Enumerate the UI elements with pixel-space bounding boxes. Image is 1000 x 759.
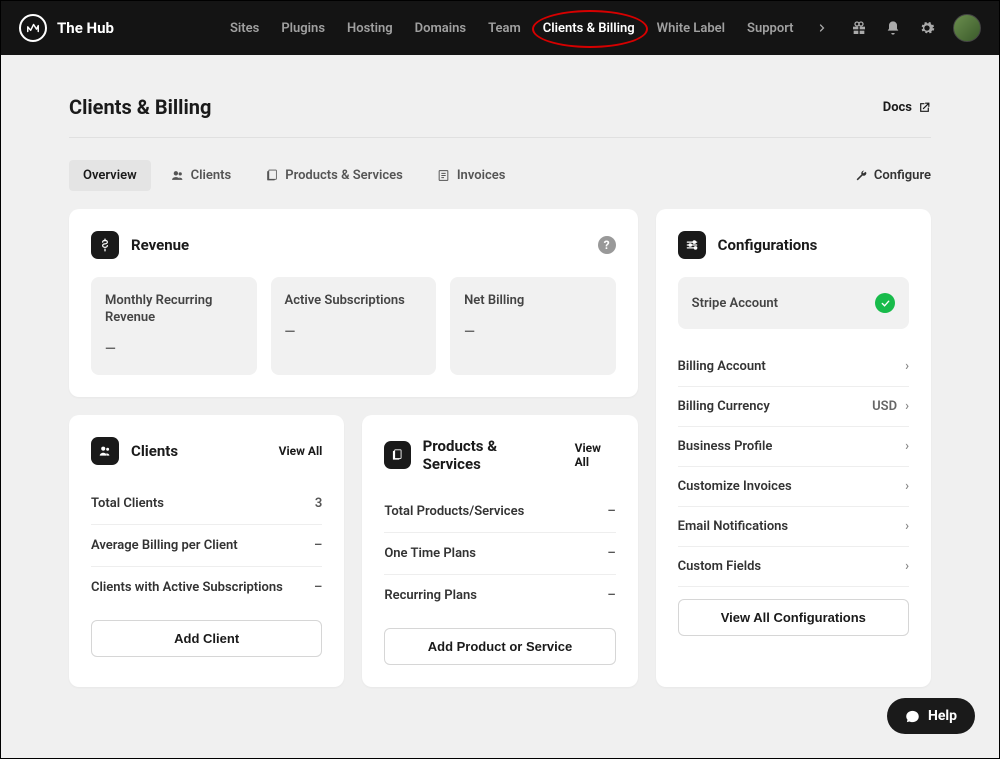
user-avatar[interactable] [953,14,981,42]
tabs-row: Overview Clients Products & Services Inv… [69,138,931,209]
configure-link[interactable]: Configure [855,168,931,183]
nav-team[interactable]: Team [488,21,521,36]
config-row-billing-account[interactable]: Billing Account › [678,347,909,387]
clients-view-all[interactable]: View All [279,444,323,458]
config-row-email-notifications[interactable]: Email Notifications › [678,507,909,547]
products-icon [265,169,278,182]
chevron-right-icon: › [905,559,909,574]
config-row-billing-currency[interactable]: Billing Currency USD› [678,387,909,427]
tab-overview[interactable]: Overview [69,160,151,191]
brand-logo[interactable]: The Hub [19,14,114,42]
config-row-business-profile[interactable]: Business Profile › [678,427,909,467]
stripe-account-box[interactable]: Stripe Account [678,277,909,329]
chevron-right-icon: › [905,399,909,414]
nav-right [851,14,981,42]
invoices-icon [437,169,450,182]
page: Clients & Billing Docs Overview Clients … [1,55,999,717]
chat-icon [905,709,920,724]
clients-stat-avg-billing: Average Billing per Client – [91,525,322,567]
config-row-customize-invoices[interactable]: Customize Invoices › [678,467,909,507]
help-icon[interactable]: ? [598,236,616,254]
clients-stat-active-subs: Clients with Active Subscriptions – [91,567,322,608]
gift-icon[interactable] [851,20,867,36]
chevron-right-icon: › [905,479,909,494]
products-card: Products & Services View All Total Produ… [362,415,637,687]
nav-hosting[interactable]: Hosting [347,21,393,36]
clients-card: Clients View All Total Clients 3 Average… [69,415,344,687]
configurations-card: Configurations Stripe Account Billing Ac… [656,209,931,687]
products-view-all[interactable]: View All [575,441,616,469]
logo-icon [19,14,47,42]
add-product-button[interactable]: Add Product or Service [384,628,615,665]
clients-icon [91,437,119,465]
nav-plugins[interactable]: Plugins [281,21,325,36]
tab-products-services[interactable]: Products & Services [251,160,417,191]
top-nav: The Hub Sites Plugins Hosting Domains Te… [1,1,999,55]
nav-domains[interactable]: Domains [415,21,466,36]
clients-icon [171,169,184,182]
nav-items: Sites Plugins Hosting Domains Team Clien… [230,21,828,36]
revenue-tile-active-subs: Active Subscriptions — [271,277,437,375]
brand-name: The Hub [57,19,114,37]
tab-invoices[interactable]: Invoices [423,160,520,191]
help-bubble[interactable]: Help [887,698,975,734]
clients-title: Clients [131,442,178,460]
revenue-tile-net-billing: Net Billing — [450,277,616,375]
wrench-icon [855,169,868,182]
config-title: Configurations [718,236,818,254]
products-stat-recurring: Recurring Plans – [384,575,615,616]
clients-stat-total: Total Clients 3 [91,483,322,525]
products-stat-total: Total Products/Services – [384,491,615,533]
revenue-card: Revenue ? Monthly Recurring Revenue — Ac… [69,209,638,397]
chevron-right-icon: › [905,359,909,374]
tabs: Overview Clients Products & Services Inv… [69,160,519,191]
nav-white-label[interactable]: White Label [657,21,725,36]
products-stat-onetime: One Time Plans – [384,533,615,575]
external-link-icon [918,101,931,114]
gear-icon[interactable] [919,20,935,36]
nav-sites[interactable]: Sites [230,21,259,36]
config-row-custom-fields[interactable]: Custom Fields › [678,547,909,587]
chevron-right-icon: › [905,519,909,534]
nav-support[interactable]: Support [747,21,794,36]
document-stack-icon [384,441,410,469]
check-icon [875,293,895,313]
overview-grid: Revenue ? Monthly Recurring Revenue — Ac… [69,209,931,687]
nav-clients-billing[interactable]: Clients & Billing [543,21,635,36]
page-title: Clients & Billing [69,95,211,119]
view-all-configurations-button[interactable]: View All Configurations [678,599,909,636]
bell-icon[interactable] [885,20,901,36]
revenue-title: Revenue [131,236,189,254]
tab-clients[interactable]: Clients [157,160,246,191]
add-client-button[interactable]: Add Client [91,620,322,657]
sliders-icon [678,231,706,259]
chevron-right-icon[interactable] [816,22,828,34]
dollar-icon [91,231,119,259]
chevron-right-icon: › [905,439,909,454]
revenue-tile-mrr: Monthly Recurring Revenue — [91,277,257,375]
page-header: Clients & Billing Docs [69,55,931,138]
docs-link[interactable]: Docs [883,100,931,115]
products-title: Products & Services [423,437,551,473]
revenue-tiles: Monthly Recurring Revenue — Active Subsc… [91,277,616,375]
